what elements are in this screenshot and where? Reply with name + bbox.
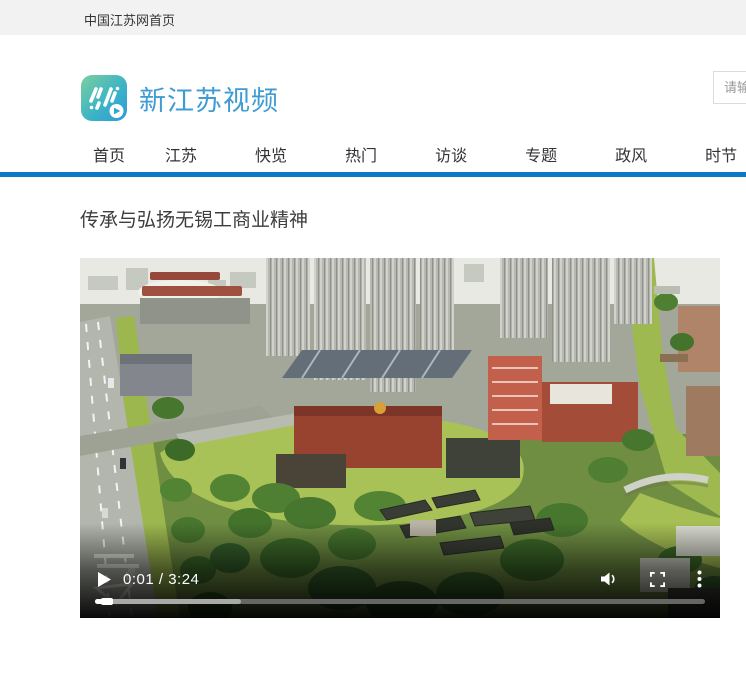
nav-item-interviews[interactable]: 访谈 — [435, 142, 467, 166]
nav-item-jiangsu[interactable]: 江苏 — [165, 142, 197, 166]
progress-handle[interactable] — [101, 598, 113, 605]
progress-buffered — [95, 599, 241, 604]
site-header: 新江苏视频 — [0, 35, 746, 135]
nav-item-hot[interactable]: 热门 — [345, 142, 377, 166]
nav-item-quick-view[interactable]: 快览 — [255, 142, 287, 166]
volume-button[interactable] — [601, 572, 618, 586]
logo[interactable]: 新江苏视频 — [80, 74, 279, 122]
nav-item-politics[interactable]: 政风 — [615, 142, 647, 166]
nav-item-home[interactable]: 首页 — [93, 142, 125, 166]
site-title: 新江苏视频 — [139, 79, 279, 118]
main-nav: 首页 江苏 快览 热门 访谈 专题 政风 时节 — [0, 135, 746, 172]
topbar: 中国江苏网首页 — [0, 0, 746, 35]
nav-item-seasons[interactable]: 时节 — [705, 142, 737, 166]
video-controls: 0:01 / 3:24 — [80, 568, 720, 590]
time-display: 0:01 / 3:24 — [123, 571, 199, 588]
nav-underline — [0, 172, 746, 177]
fullscreen-button[interactable] — [650, 572, 665, 587]
video-player[interactable]: 0:01 / 3:24 — [80, 258, 720, 618]
page: 中国江苏网首页 — [0, 0, 746, 698]
topbar-home-link[interactable]: 中国江苏网首页 — [84, 10, 175, 29]
volume-icon — [601, 572, 618, 586]
more-icon — [697, 570, 702, 588]
logo-icon — [80, 74, 128, 122]
progress-bar[interactable] — [95, 599, 705, 604]
play-button[interactable] — [98, 572, 111, 587]
fullscreen-icon — [650, 572, 665, 587]
search-input[interactable] — [713, 71, 746, 104]
nav-item-topics[interactable]: 专题 — [525, 142, 557, 166]
page-title: 传承与弘扬无锡工商业精神 — [80, 205, 746, 232]
more-button[interactable] — [697, 570, 702, 588]
main-content: 传承与弘扬无锡工商业精神 — [0, 205, 746, 618]
play-icon — [98, 572, 111, 587]
